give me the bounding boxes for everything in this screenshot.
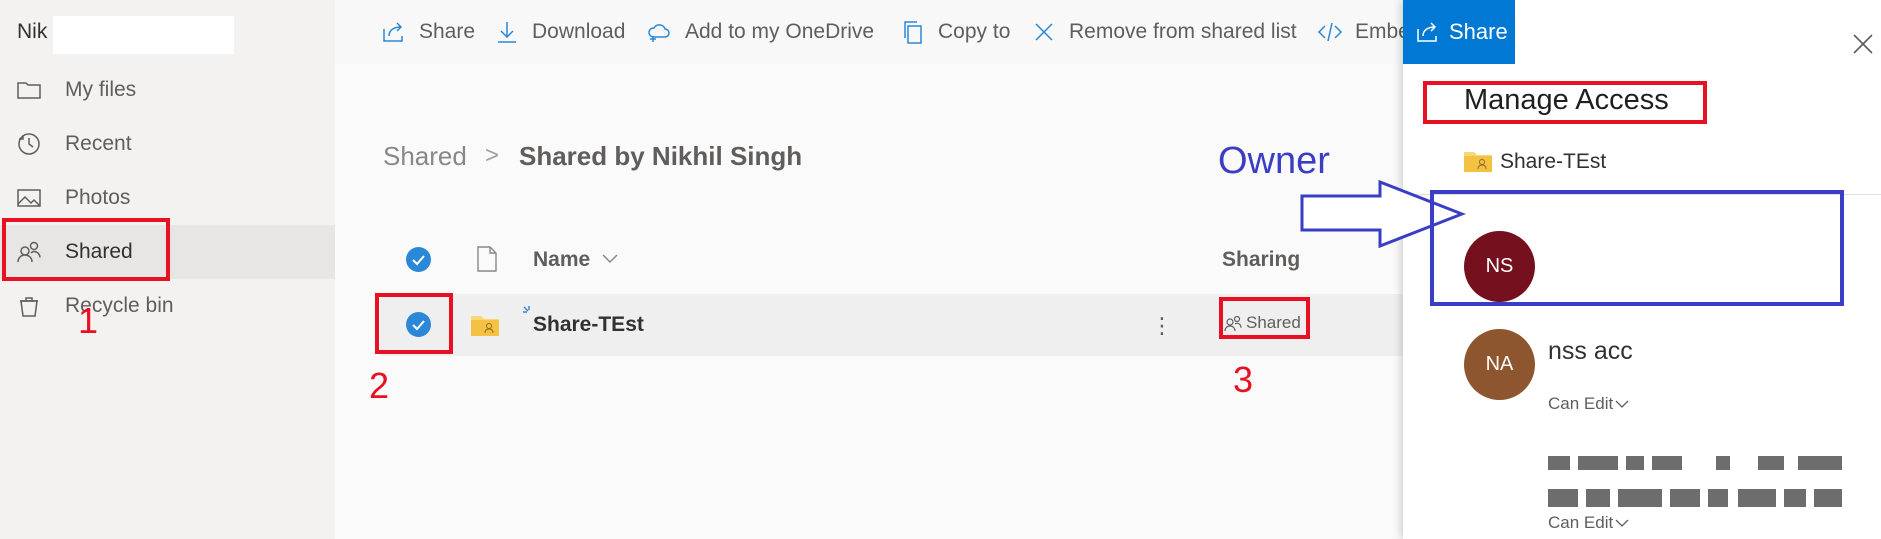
copy-to-label: Copy to (938, 20, 1011, 43)
chevron-down-icon[interactable] (601, 252, 619, 266)
page-title: Shared by Nikhil Singh (519, 141, 803, 171)
manage-access-title: Manage Access (1464, 84, 1669, 116)
more-options-icon[interactable]: ⋮ (1151, 313, 1173, 339)
clock-icon (18, 133, 40, 155)
remove-shared-label: Remove from shared list (1069, 20, 1297, 43)
user-name: Nik (17, 20, 48, 43)
nav-item-my-files[interactable]: My files (0, 63, 335, 117)
annotation-box-checkbox (375, 293, 453, 354)
copy-icon (904, 21, 922, 44)
column-header-name[interactable]: Name (533, 248, 590, 272)
download-icon (498, 22, 516, 43)
add-onedrive-label: Add to my OneDrive (685, 20, 875, 43)
redacted-person-email (1548, 489, 1848, 507)
nav-item-photos[interactable]: Photos (0, 171, 335, 225)
share-icon (383, 22, 403, 42)
annotation-box-shared-nav (2, 218, 170, 281)
select-all-checkbox[interactable] (406, 247, 431, 272)
annotation-box-sharing (1219, 297, 1310, 339)
recycle-bin-icon (20, 297, 38, 317)
shared-folder-icon (1464, 152, 1492, 172)
nav-item-label: Recent (65, 132, 132, 155)
user-name-redaction (53, 16, 234, 54)
download-label: Download (532, 20, 626, 43)
share-tab-label: Share (1449, 19, 1508, 44)
annotation-owner-label: Owner (1218, 140, 1330, 182)
annotation-number-2: 2 (369, 365, 390, 406)
chevron-down-icon (1615, 400, 1629, 408)
row-name[interactable]: Share-TEst (533, 313, 644, 337)
redacted-person-name (1548, 456, 1848, 470)
permission-dropdown[interactable]: Can Edit (1548, 394, 1629, 414)
nav-item-recent[interactable]: Recent (0, 117, 335, 171)
image-icon (17, 189, 41, 207)
copy-to-button[interactable]: Copy to (900, 15, 1010, 49)
breadcrumb-separator: > (485, 142, 500, 169)
annotation-number-1: 1 (78, 300, 99, 341)
nav-item-label: My files (65, 78, 137, 101)
chevron-down-icon (1615, 519, 1629, 527)
nav-item-label: Photos (65, 186, 131, 209)
add-to-onedrive-button[interactable]: Add to my OneDrive (647, 15, 874, 49)
file-type-icon (477, 246, 497, 272)
close-icon (1035, 23, 1053, 41)
remove-from-shared-button[interactable]: Remove from shared list (1031, 15, 1297, 49)
share-button[interactable]: Share (381, 15, 475, 49)
column-header-sharing[interactable]: Sharing (1222, 248, 1300, 272)
onedrive-add-icon (648, 24, 670, 42)
download-button[interactable]: Download (494, 15, 625, 49)
share-tab[interactable]: Share (1403, 0, 1515, 64)
embed-button[interactable]: Embe (1317, 15, 1410, 49)
shared-folder-icon (471, 316, 499, 336)
shared-item-name: Share-TEst (1500, 150, 1607, 173)
share-icon (1417, 22, 1437, 42)
avatar-owner: NS (1464, 231, 1535, 302)
checkmark-icon (412, 255, 425, 266)
annotation-number-3: 3 (1233, 359, 1254, 400)
embed-label: Embe (1355, 20, 1410, 43)
share-label: Share (419, 20, 476, 43)
nav-item-recycle-bin[interactable]: Recycle bin (0, 279, 335, 333)
breadcrumb-root[interactable]: Shared (383, 141, 467, 172)
person-name: nss acc (1548, 337, 1633, 365)
embed-icon (1317, 22, 1343, 42)
avatar-nss-acc: NA (1464, 329, 1535, 400)
permission-label: Can Edit (1548, 513, 1614, 532)
permission-label: Can Edit (1548, 394, 1614, 413)
folder-icon (17, 82, 41, 99)
permission-dropdown[interactable]: Can Edit (1548, 513, 1629, 533)
close-icon[interactable] (1852, 33, 1874, 55)
avatar-initials: NA (1485, 353, 1514, 375)
avatar-initials: NS (1485, 255, 1514, 277)
